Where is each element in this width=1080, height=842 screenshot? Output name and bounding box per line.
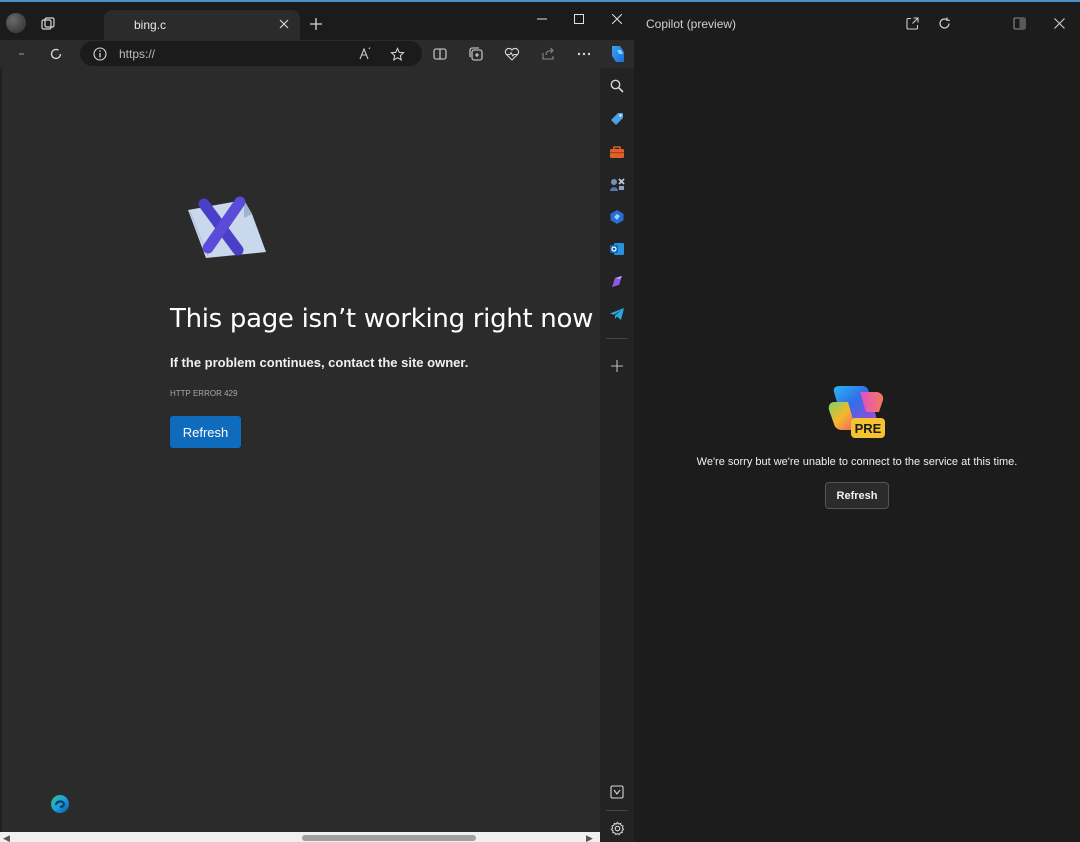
search-icon[interactable]	[606, 75, 628, 97]
settings-icon[interactable]	[606, 817, 628, 839]
shopping-tag-icon[interactable]	[606, 108, 628, 130]
workspaces-icon[interactable]	[40, 16, 56, 32]
outlook-icon[interactable]	[606, 238, 628, 260]
profile-avatar[interactable]	[6, 13, 26, 33]
close-window-button[interactable]	[604, 8, 630, 30]
refresh-button[interactable]: Refresh	[170, 416, 241, 448]
edge-logo-icon	[50, 794, 70, 814]
telegram-icon[interactable]	[606, 303, 628, 325]
copilot-refresh-button[interactable]: Refresh	[825, 482, 889, 509]
read-aloud-icon[interactable]	[357, 46, 373, 62]
copilot-logo-icon: PRE	[826, 382, 888, 440]
split-screen-icon[interactable]	[432, 46, 448, 62]
reload-icon[interactable]	[48, 46, 64, 62]
collections-icon[interactable]	[468, 46, 484, 62]
share-icon[interactable]	[540, 46, 556, 62]
heart-pulse-icon[interactable]	[504, 46, 520, 62]
close-pane-icon[interactable]	[1049, 13, 1069, 33]
sidebar-separator-bottom	[606, 810, 628, 811]
star-icon[interactable]	[389, 46, 405, 62]
close-tab-icon[interactable]	[276, 16, 292, 32]
copilot-pane: Copilot (preview) PRE We're sorry but we…	[634, 0, 1080, 842]
add-icon[interactable]	[606, 355, 628, 377]
info-icon[interactable]	[92, 46, 107, 61]
page-content: This page isn’t working right now If the…	[2, 68, 600, 832]
error-message: We're sorry but we're unable to connect …	[696, 456, 1018, 468]
horizontal-scrollbar[interactable]: ◀ ▶	[0, 832, 600, 842]
url-text: https://	[119, 47, 156, 61]
minimize-button[interactable]	[529, 8, 555, 30]
browser-window: bing.c https:// This page isn’t working …	[0, 0, 634, 842]
scroll-left-icon[interactable]: ◀	[3, 833, 10, 842]
scroll-right-icon[interactable]: ▶	[586, 833, 593, 842]
back-arrow-icon[interactable]	[14, 46, 30, 62]
error-x-illustration-icon	[182, 196, 268, 262]
address-bar[interactable]: https://	[80, 41, 422, 66]
open-in-new-icon[interactable]	[902, 13, 922, 33]
error-title: This page isn’t working right now	[170, 304, 594, 334]
pre-badge: PRE	[855, 421, 882, 436]
edge-sidebar	[600, 68, 634, 842]
refresh-icon[interactable]	[934, 13, 954, 33]
pane-layout-icon[interactable]	[1009, 13, 1029, 33]
more-icon[interactable]	[576, 46, 592, 62]
tools-icon[interactable]	[606, 141, 628, 163]
title-bar: bing.c	[0, 2, 634, 40]
browser-tab[interactable]: bing.c	[104, 10, 300, 40]
error-code: HTTP ERROR 429	[170, 389, 238, 398]
drop-icon[interactable]	[606, 271, 628, 293]
new-tab-plus-icon[interactable]	[308, 16, 324, 32]
tab-title: bing.c	[134, 18, 167, 32]
copilot-title: Copilot (preview)	[646, 17, 737, 31]
sidebar-separator	[606, 338, 628, 339]
microsoft-365-icon[interactable]	[606, 206, 628, 228]
maximize-button[interactable]	[566, 8, 592, 30]
games-icon[interactable]	[606, 173, 628, 195]
screenshot-icon[interactable]	[606, 781, 628, 803]
copilot-icon[interactable]	[607, 43, 629, 65]
error-subtitle: If the problem continues, contact the si…	[170, 355, 469, 370]
scrollbar-thumb[interactable]	[302, 835, 476, 841]
browser-toolbar: https://	[0, 40, 634, 68]
